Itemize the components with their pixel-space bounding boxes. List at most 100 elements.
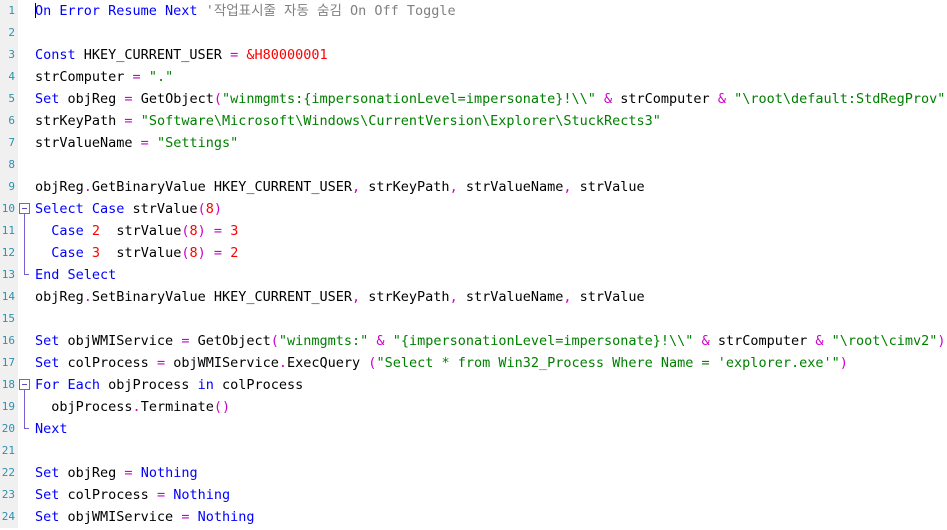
- code-text[interactable]: Set objWMIService = Nothing: [31, 506, 947, 528]
- code-line[interactable]: 2: [0, 22, 947, 44]
- code-text[interactable]: strValueName = "Settings": [31, 132, 947, 154]
- code-line[interactable]: 4 strComputer = ".": [0, 66, 947, 88]
- token-keyword: Next: [35, 421, 68, 437]
- code-text[interactable]: Case 3 strValue(8) = 2: [31, 242, 947, 264]
- code-line[interactable]: 19 objProcess.Terminate(): [0, 396, 947, 418]
- code-line[interactable]: 24 Set objWMIService = Nothing: [0, 506, 947, 528]
- token-identifier: strValue: [100, 223, 182, 239]
- code-line[interactable]: 3 Const HKEY_CURRENT_USER = &H80000001: [0, 44, 947, 66]
- code-line[interactable]: 6 strKeyPath = "Software\Microsoft\Window…: [0, 110, 947, 132]
- token-operator: &: [717, 91, 726, 107]
- code-line[interactable]: 20 Next: [0, 418, 947, 440]
- fold-toggle-icon[interactable]: [18, 374, 31, 396]
- code-line[interactable]: 22 Set objReg = Nothing: [0, 462, 947, 484]
- token-operator: =: [124, 113, 133, 129]
- code-editor[interactable]: 1 On Error Resume Next '작업표시줄 자동 숨김 On Of…: [0, 0, 947, 530]
- token-operator: ): [937, 333, 946, 349]
- token-identifier: colProcess: [59, 355, 157, 371]
- fold-guide-end-line: [24, 418, 29, 429]
- code-text[interactable]: [31, 440, 947, 462]
- fold-guide-end: [18, 418, 31, 440]
- fold-toggle-icon[interactable]: [18, 198, 31, 220]
- code-line[interactable]: 1 On Error Resume Next '작업표시줄 자동 숨김 On Of…: [0, 0, 947, 22]
- code-text[interactable]: Const HKEY_CURRENT_USER = &H80000001: [31, 44, 947, 66]
- token-keyword: in: [197, 377, 214, 393]
- token-operator: ): [839, 355, 848, 371]
- code-line[interactable]: 9 objReg.GetBinaryValue HKEY_CURRENT_USER…: [0, 176, 947, 198]
- token-operator: ,: [563, 179, 572, 195]
- token-string: ".": [148, 69, 174, 85]
- code-line[interactable]: 15: [0, 308, 947, 330]
- code-line[interactable]: 13 End Select: [0, 264, 947, 286]
- code-text[interactable]: Next: [31, 418, 947, 440]
- fold-guide: [18, 242, 31, 264]
- code-text[interactable]: Set colProcess = objWMIService.ExecQuery…: [31, 352, 947, 374]
- code-text[interactable]: End Select: [31, 264, 947, 286]
- token-string: "\root\default:StdRegProv": [734, 91, 946, 107]
- code-text[interactable]: [31, 154, 947, 176]
- code-text[interactable]: objProcess.Terminate(): [31, 396, 947, 418]
- code-text[interactable]: strKeyPath = "Software\Microsoft\Windows…: [31, 110, 947, 132]
- code-text[interactable]: strComputer = ".": [31, 66, 947, 88]
- token-keyword: Case: [51, 223, 84, 239]
- token-number: 2: [91, 223, 101, 239]
- token-identifier: objProcess: [35, 399, 133, 415]
- token-operator: (: [270, 333, 279, 349]
- token-operator: ,: [563, 289, 572, 305]
- code-line[interactable]: 5 Set objReg = GetObject("winmgmts:{imper…: [0, 88, 947, 110]
- fold-collapse-icon[interactable]: [19, 379, 30, 390]
- token-identifier: objReg: [59, 465, 125, 481]
- fold-column-empty: [18, 154, 31, 176]
- fold-guide-line: [24, 396, 25, 418]
- token-identifier: objWMIService: [59, 509, 182, 525]
- code-line[interactable]: 23 Set colProcess = Nothing: [0, 484, 947, 506]
- code-line[interactable]: 10 Select Case strValue(8): [0, 198, 947, 220]
- token-operator: ,: [449, 179, 458, 195]
- token-number: 8: [189, 245, 198, 261]
- code-line[interactable]: 8: [0, 154, 947, 176]
- code-text[interactable]: Case 2 strValue(8) = 3: [31, 220, 947, 242]
- token-identifier: strValueName: [35, 135, 141, 151]
- code-text[interactable]: On Error Resume Next '작업표시줄 자동 숨김 On Off…: [31, 0, 947, 22]
- code-line[interactable]: 17 Set colProcess = objWMIService.ExecQue…: [0, 352, 947, 374]
- code-line[interactable]: 11 Case 2 strValue(8) = 3: [0, 220, 947, 242]
- code-text[interactable]: [31, 308, 947, 330]
- code-text[interactable]: [31, 22, 947, 44]
- code-line[interactable]: 16 Set objWMIService = GetObject("winmgmt…: [0, 330, 947, 352]
- code-line[interactable]: 21: [0, 440, 947, 462]
- code-text[interactable]: Set objReg = Nothing: [31, 462, 947, 484]
- line-number: 9: [0, 176, 18, 198]
- line-number: 6: [0, 110, 18, 132]
- token-identifier: SetBinaryValue HKEY_CURRENT_USER: [91, 289, 353, 305]
- token-operator: ): [197, 223, 206, 239]
- token-string: "{impersonationLevel=impersonate}!\\": [392, 333, 694, 349]
- code-line[interactable]: 14 objReg.SetBinaryValue HKEY_CURRENT_USE…: [0, 286, 947, 308]
- token-operator: &: [604, 91, 613, 107]
- code-text[interactable]: Set colProcess = Nothing: [31, 484, 947, 506]
- token-operator: ,: [449, 289, 458, 305]
- code-text[interactable]: Select Case strValue(8): [31, 198, 947, 220]
- code-text[interactable]: Set objWMIService = GetObject("winmgmts:…: [31, 330, 947, 352]
- fold-guide-line: [24, 220, 25, 242]
- token-identifier: Terminate: [140, 399, 214, 415]
- token-identifier: strComputer: [35, 69, 133, 85]
- token-operator: .: [132, 399, 141, 415]
- code-line[interactable]: 7 strValueName = "Settings": [0, 132, 947, 154]
- code-text[interactable]: For Each objProcess in colProcess: [31, 374, 947, 396]
- code-text[interactable]: objReg.GetBinaryValue HKEY_CURRENT_USER,…: [31, 176, 947, 198]
- code-line[interactable]: 18 For Each objProcess in colProcess: [0, 374, 947, 396]
- token-identifier: strKeyPath: [35, 113, 125, 129]
- token-identifier: GetObject: [189, 333, 271, 349]
- fold-collapse-icon[interactable]: [19, 203, 30, 214]
- token-identifier: strValueName: [457, 289, 564, 305]
- code-text[interactable]: objReg.SetBinaryValue HKEY_CURRENT_USER,…: [31, 286, 947, 308]
- token-operator: =: [230, 47, 239, 63]
- code-text[interactable]: Set objReg = GetObject("winmgmts:{impers…: [31, 88, 947, 110]
- code-line[interactable]: 12 Case 3 strValue(8) = 2: [0, 242, 947, 264]
- line-number: 22: [0, 462, 18, 484]
